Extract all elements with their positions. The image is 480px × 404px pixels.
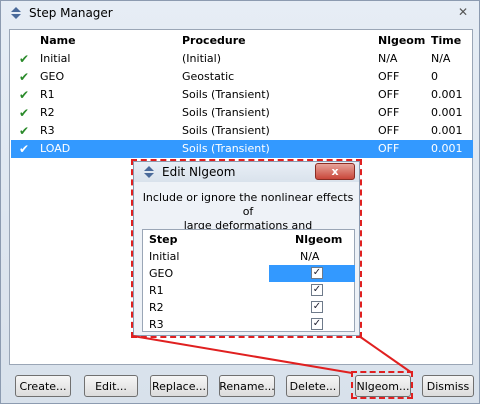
- step-name: Initial: [149, 250, 180, 263]
- step-name: R2: [149, 301, 164, 314]
- step-nlgeom: OFF: [378, 142, 400, 155]
- step-name: R1: [40, 88, 55, 101]
- step-nlgeom: OFF: [378, 106, 400, 119]
- table-row[interactable]: GEO ✓: [144, 265, 355, 282]
- header-time[interactable]: Time: [431, 34, 461, 47]
- dialog-title-bar[interactable]: Edit Nlgeom x: [134, 162, 359, 182]
- step-name: R3: [40, 124, 55, 137]
- header-procedure[interactable]: Procedure: [182, 34, 246, 47]
- dialog-title: Edit Nlgeom: [162, 165, 236, 179]
- step-procedure: Soils (Transient): [182, 106, 270, 119]
- header-nlgeom[interactable]: Nlgeom: [378, 34, 425, 47]
- app-icon: [9, 6, 23, 20]
- step-time: 0.001: [431, 142, 463, 155]
- table-row[interactable]: ✔ Initial (Initial) N/A N/A: [11, 50, 473, 68]
- create-button[interactable]: Create...: [15, 375, 71, 397]
- step-name: R1: [149, 284, 164, 297]
- header-step: Step: [149, 233, 178, 246]
- delete-button[interactable]: Delete...: [286, 375, 340, 397]
- close-icon[interactable]: ✕: [453, 3, 473, 21]
- step-procedure: Soils (Transient): [182, 142, 270, 155]
- header-name[interactable]: Name: [40, 34, 76, 47]
- step-name: Initial: [40, 52, 71, 65]
- step-name: LOAD: [40, 142, 71, 155]
- table-row[interactable]: R3 ✓: [144, 316, 355, 333]
- nlgeom-checkbox[interactable]: ✓: [311, 267, 323, 279]
- dismiss-button[interactable]: Dismiss: [422, 375, 474, 397]
- check-icon: ✔: [19, 142, 30, 156]
- table-row[interactable]: ✔ R1 Soils (Transient) OFF 0.001: [11, 86, 473, 104]
- step-time: N/A: [431, 52, 451, 65]
- step-name: GEO: [149, 267, 174, 280]
- step-nlgeom: OFF: [378, 70, 400, 83]
- step-nlgeom: N/A: [378, 52, 398, 65]
- table-row[interactable]: ✔ R2 Soils (Transient) OFF 0.001: [11, 104, 473, 122]
- step-time: 0.001: [431, 106, 463, 119]
- step-name: GEO: [40, 70, 65, 83]
- window-title: Step Manager: [29, 6, 113, 20]
- step-procedure: Geostatic: [182, 70, 235, 83]
- app-icon: [142, 165, 156, 179]
- step-time: 0.001: [431, 88, 463, 101]
- check-icon: ✔: [19, 70, 30, 84]
- nlgeom-checkbox[interactable]: ✓: [311, 318, 323, 330]
- step-nlgeom: OFF: [378, 88, 400, 101]
- check-icon: ✔: [19, 88, 30, 102]
- step-procedure: Soils (Transient): [182, 88, 270, 101]
- check-icon: ✔: [19, 106, 30, 120]
- step-name: R2: [40, 106, 55, 119]
- nlgeom-button[interactable]: Nlgeom...: [355, 375, 411, 397]
- nlgeom-value: N/A: [300, 250, 320, 263]
- table-row[interactable]: ✔ R3 Soils (Transient) OFF 0.001: [11, 122, 473, 140]
- step-name: R3: [149, 318, 164, 331]
- check-icon: ✔: [19, 124, 30, 138]
- check-icon: ✔: [19, 52, 30, 66]
- description-line: Include or ignore the nonlinear effects …: [142, 191, 354, 218]
- replace-button[interactable]: Replace...: [150, 375, 208, 397]
- title-bar: Step Manager ✕: [1, 1, 479, 25]
- table-row[interactable]: R2 ✓: [144, 299, 355, 316]
- nlgeom-checkbox[interactable]: ✓: [311, 301, 323, 313]
- table-row[interactable]: Initial N/A: [144, 248, 355, 265]
- step-procedure: Soils (Transient): [182, 124, 270, 137]
- header-nlgeom: Nlgeom: [295, 233, 343, 246]
- edit-nlgeom-dialog: Edit Nlgeom x Include or ignore the nonl…: [133, 161, 360, 336]
- nlgeom-table[interactable]: Step Nlgeom Initial N/A GEO ✓ R1 ✓ R2 ✓ …: [142, 229, 355, 332]
- nlgeom-checkbox[interactable]: ✓: [311, 284, 323, 296]
- step-time: 0: [431, 70, 438, 83]
- close-icon[interactable]: x: [315, 163, 355, 180]
- table-row[interactable]: ✔ GEO Geostatic OFF 0: [11, 68, 473, 86]
- step-nlgeom: OFF: [378, 124, 400, 137]
- table-row-selected[interactable]: ✔ LOAD Soils (Transient) OFF 0.001: [11, 140, 473, 158]
- rename-button[interactable]: Rename...: [219, 375, 275, 397]
- step-procedure: (Initial): [182, 52, 222, 65]
- edit-button[interactable]: Edit...: [84, 375, 138, 397]
- table-row[interactable]: R1 ✓: [144, 282, 355, 299]
- step-time: 0.001: [431, 124, 463, 137]
